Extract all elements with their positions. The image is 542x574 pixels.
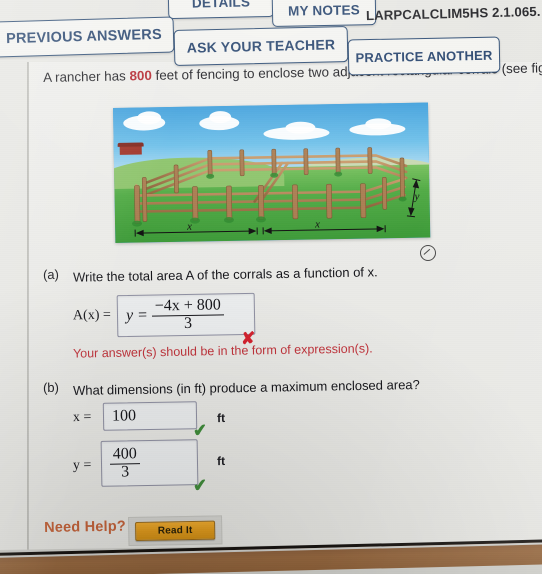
part-b-prompt: What dimensions (in ft) produce a maximu…: [72, 376, 420, 399]
panel-divider: [27, 62, 28, 550]
fence-illustration: [132, 147, 421, 237]
my-notes-button[interactable]: MY NOTES: [271, 0, 377, 27]
part-b-letter: (b): [42, 379, 60, 396]
part-a-answer-content: y = −4x + 800 3: [118, 296, 225, 333]
part-b-y-input[interactable]: 400 3: [100, 439, 199, 487]
part-a-answer-numerator: −4x + 800: [154, 296, 221, 315]
dimension-label-x2: x: [314, 218, 321, 231]
part-b-x-correct-icon: ✔: [192, 420, 209, 441]
part-b-y-correct-icon: ✔: [192, 475, 209, 496]
need-help-label: Need Help?: [44, 518, 127, 536]
part-a-answer-input[interactable]: y = −4x + 800 3: [116, 292, 256, 338]
ask-your-teacher-button[interactable]: ASK YOUR TEACHER: [173, 26, 349, 66]
assignment-id-label: LARPCALCLIM5HS 2.1.065.: [365, 3, 541, 24]
magnifier-icon[interactable]: [420, 245, 436, 261]
part-b-y-fraction: 400 3: [109, 444, 141, 481]
previous-answers-button[interactable]: PREVIOUS ANSWERS: [0, 16, 175, 58]
part-b-x-value: 100: [111, 407, 137, 425]
part-a-answer-fraction: −4x + 800 3: [151, 296, 225, 333]
part-b-y-denominator: 3: [109, 462, 141, 481]
part-a-equation-label: A(x) =: [72, 307, 111, 324]
part-b-y-value: 400 3: [102, 444, 141, 481]
dimension-label-x1: x: [186, 220, 193, 233]
part-b-x-input[interactable]: 100: [102, 401, 198, 431]
question-panel: A rancher has 800 feet of fencing to enc…: [28, 60, 542, 550]
part-b-x-unit: ft: [216, 410, 226, 426]
practice-another-button[interactable]: PRACTICE ANOTHER: [347, 36, 501, 76]
corral-figure[interactable]: x x y: [113, 102, 431, 243]
assignment-screen: DETAILS MY NOTES PREVIOUS ANSWERS ASK YO…: [0, 0, 542, 574]
part-a-feedback: Your answer(s) should be in the form of …: [72, 341, 373, 361]
assignment-toolbar: DETAILS MY NOTES PREVIOUS ANSWERS ASK YO…: [0, 0, 542, 76]
details-button[interactable]: DETAILS: [167, 0, 275, 20]
part-b-y-numerator: 400: [112, 444, 137, 463]
part-b-y-unit: ft: [216, 453, 226, 469]
part-b-x-label: x =: [72, 409, 92, 426]
part-a-prompt: Write the total area A of the corrals as…: [72, 264, 378, 285]
part-a-answer-denominator: 3: [151, 313, 225, 333]
read-it-button[interactable]: Read It: [135, 520, 216, 541]
part-b-y-label: y =: [72, 457, 92, 474]
part-a-answer-prefix: y =: [125, 306, 149, 325]
dimension-label-y: y: [414, 190, 420, 203]
part-a-letter: (a): [42, 266, 60, 283]
